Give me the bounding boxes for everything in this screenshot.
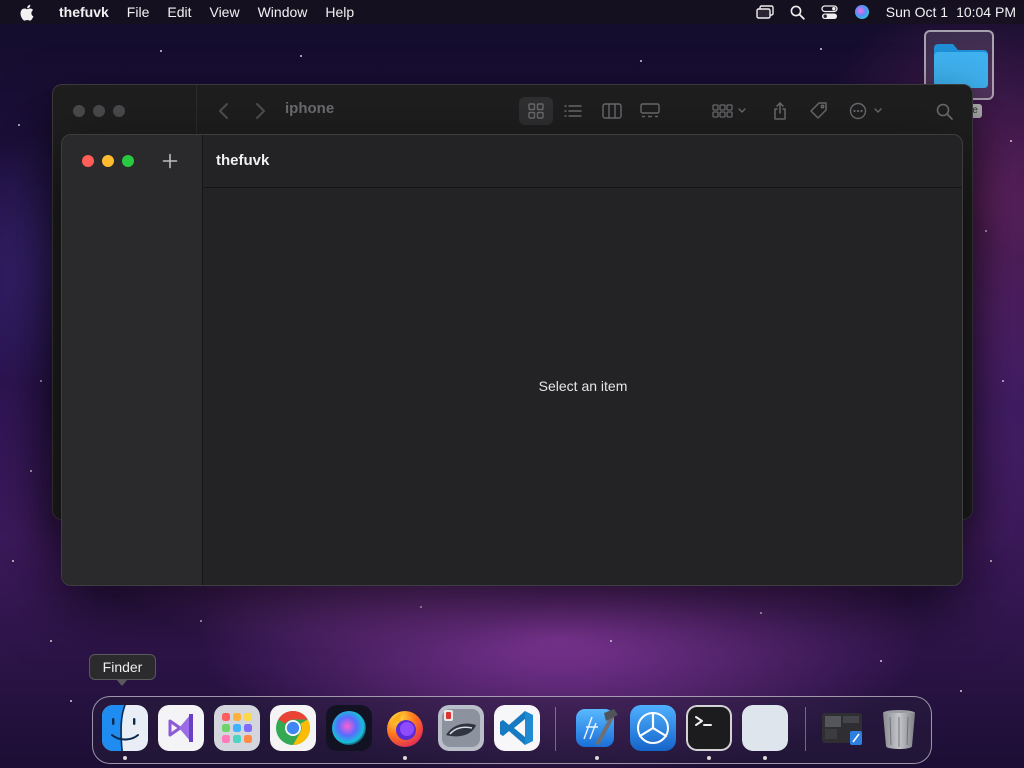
dock-item-visual-studio[interactable] — [158, 705, 204, 751]
blank-app-icon — [742, 705, 788, 751]
dock-separator — [805, 707, 806, 751]
dock-separator — [555, 707, 556, 751]
back-icon[interactable] — [217, 101, 231, 126]
tag-icon[interactable] — [805, 97, 833, 125]
firefox-icon — [387, 711, 423, 747]
dock-item-xcode[interactable] — [574, 705, 620, 751]
dock-tooltip: Finder — [89, 654, 156, 680]
dock-item-launchpad[interactable] — [214, 705, 260, 751]
app-sidebar — [62, 135, 203, 585]
empty-state-message: Select an item — [538, 378, 628, 394]
share-icon[interactable] — [766, 97, 794, 125]
list-view-icon[interactable] — [557, 97, 589, 125]
window-zoom-button[interactable] — [122, 155, 134, 167]
instruments-icon — [630, 705, 676, 751]
xcode-icon — [576, 709, 618, 747]
dock-item-firefox[interactable] — [382, 705, 428, 751]
running-indicator — [403, 756, 407, 760]
apple-menu-icon[interactable] — [14, 0, 38, 24]
menu-edit[interactable]: Edit — [158, 0, 200, 24]
dock-item-blank-app[interactable] — [742, 705, 788, 751]
page-title: thefuvk — [216, 152, 270, 169]
detail-header: thefuvk — [204, 135, 962, 188]
search-icon[interactable] — [931, 97, 957, 125]
siri-app-icon — [326, 705, 372, 751]
dock-item-vscode[interactable] — [494, 705, 540, 751]
screen-mirroring-icon[interactable] — [748, 0, 782, 24]
window-close-button[interactable] — [82, 155, 94, 167]
dock-item-finder[interactable] — [102, 705, 148, 751]
finder-window-title: iphone — [285, 100, 335, 117]
folder-icon — [934, 44, 988, 88]
clock-time: 10:04 PM — [956, 4, 1016, 20]
menu-window[interactable]: Window — [249, 0, 317, 24]
menu-view[interactable]: View — [200, 0, 248, 24]
icon-view-icon[interactable] — [519, 97, 553, 125]
control-center-icon[interactable] — [813, 0, 846, 24]
finder-minimize-button[interactable] — [93, 105, 105, 117]
visual-studio-icon — [158, 705, 204, 751]
group-icon[interactable] — [709, 97, 751, 125]
dock — [92, 696, 932, 764]
terminal-icon — [686, 705, 732, 751]
column-view-icon[interactable] — [596, 97, 628, 125]
finder-icon — [102, 705, 148, 751]
menu-file[interactable]: File — [118, 0, 159, 24]
finder-close-button[interactable] — [73, 105, 85, 117]
running-indicator — [123, 756, 127, 760]
running-indicator — [763, 756, 767, 760]
trash-icon — [883, 710, 915, 749]
dock-item-instruments[interactable] — [630, 705, 676, 751]
spotlight-search-icon[interactable] — [782, 0, 813, 24]
dock-item-downloads-stack[interactable] — [820, 705, 866, 751]
plus-icon[interactable] — [158, 149, 182, 173]
dock-item-terminal[interactable] — [686, 705, 732, 751]
app-window[interactable]: thefuvk Select an item — [61, 134, 963, 586]
running-indicator — [595, 756, 599, 760]
menu-help[interactable]: Help — [316, 0, 363, 24]
finder-zoom-button[interactable] — [113, 105, 125, 117]
tooltip-pointer — [116, 679, 128, 686]
dock-item-siri[interactable] — [326, 705, 372, 751]
clock-date: Sun Oct 1 — [885, 4, 949, 20]
menu-bar: thefuvk File Edit View Window Help Sun O… — [0, 0, 1024, 24]
menu-app-name[interactable]: thefuvk — [50, 0, 118, 24]
gallery-view-icon[interactable] — [634, 97, 666, 125]
dock-item-migration-assistant[interactable] — [438, 705, 484, 751]
dock-item-chrome[interactable] — [270, 705, 316, 751]
detail-pane: Select an item — [204, 189, 962, 585]
dock-item-trash[interactable] — [876, 705, 922, 751]
siri-icon[interactable] — [846, 0, 878, 24]
menu-clock[interactable]: Sun Oct 1 10:04 PM — [878, 4, 1024, 20]
vscode-icon — [494, 705, 540, 751]
downloads-stack-icon — [822, 713, 862, 745]
more-actions-icon[interactable] — [847, 97, 887, 125]
chrome-icon — [270, 705, 316, 751]
forward-icon[interactable] — [253, 101, 267, 126]
launchpad-icon — [214, 705, 260, 751]
running-indicator — [707, 756, 711, 760]
migration-assistant-icon — [438, 705, 484, 751]
window-minimize-button[interactable] — [102, 155, 114, 167]
